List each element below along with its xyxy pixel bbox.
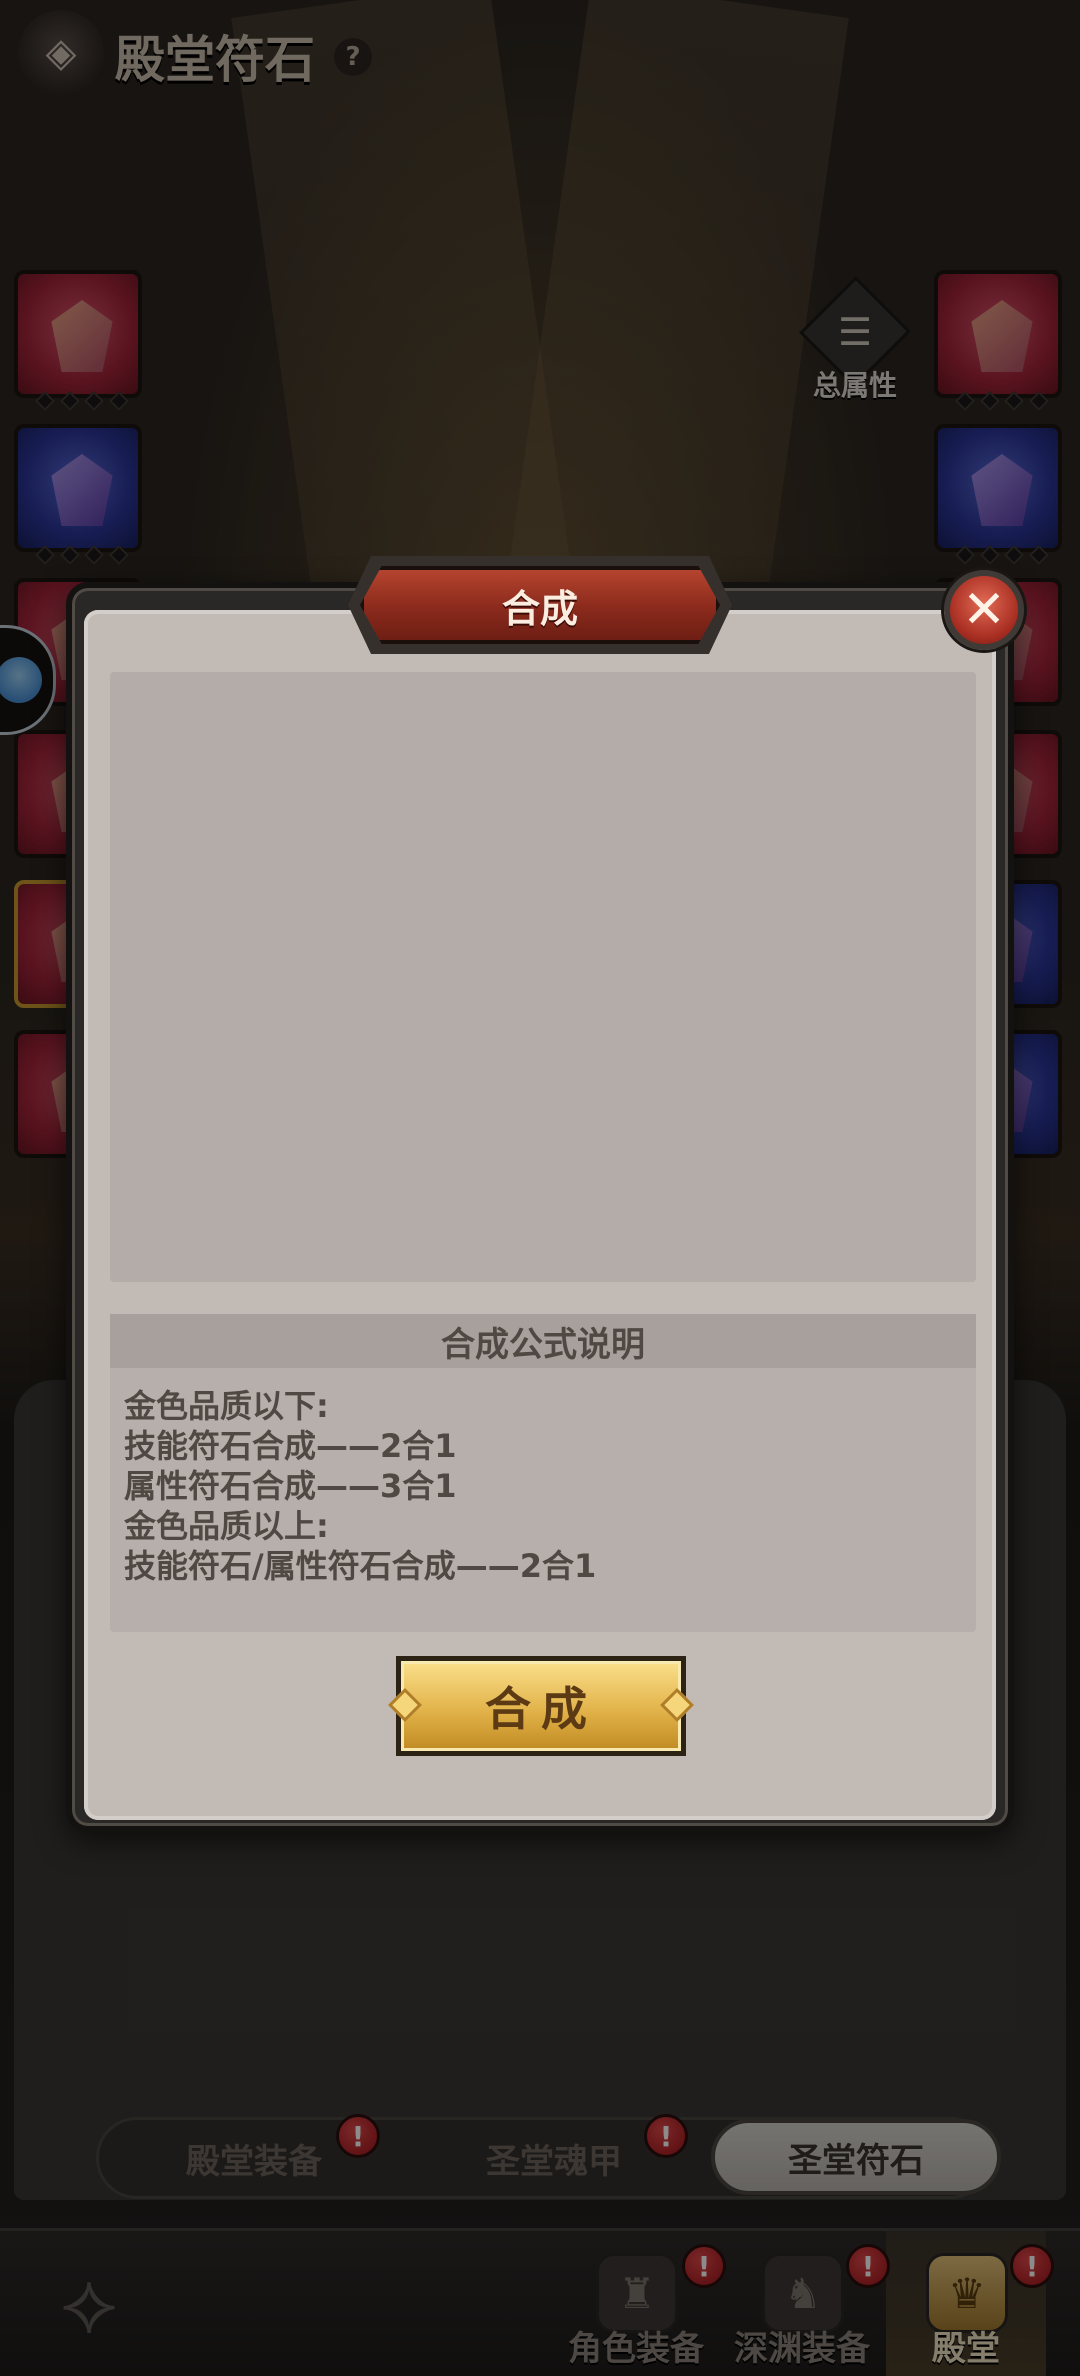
formula-info-box: 合成公式说明 金色品质以下: 技能符石合成——2合1 属性符石合成——3合1 金… — [110, 1314, 976, 1632]
formula-lines: 金色品质以下: 技能符石合成——2合1 属性符石合成——3合1 金色品质以上: … — [124, 1386, 964, 1586]
close-icon: ✕ — [962, 580, 1006, 640]
compose-button[interactable]: 合成 — [388, 1656, 694, 1756]
dialog-title: 合成 — [360, 566, 720, 644]
close-button[interactable]: ✕ — [944, 570, 1024, 650]
formula-line: 金色品质以下: — [124, 1387, 329, 1425]
compose-button-label: 合成 — [485, 1682, 597, 1736]
formula-line: 技能符石/属性符石合成——2合1 — [124, 1547, 597, 1585]
compose-slots-area — [110, 672, 976, 1282]
formula-line: 金色品质以上: — [124, 1507, 329, 1545]
formula-line: 技能符石合成——2合1 — [124, 1427, 457, 1465]
formula-header: 合成公式说明 — [110, 1314, 976, 1368]
formula-line: 属性符石合成——3合1 — [124, 1467, 457, 1505]
